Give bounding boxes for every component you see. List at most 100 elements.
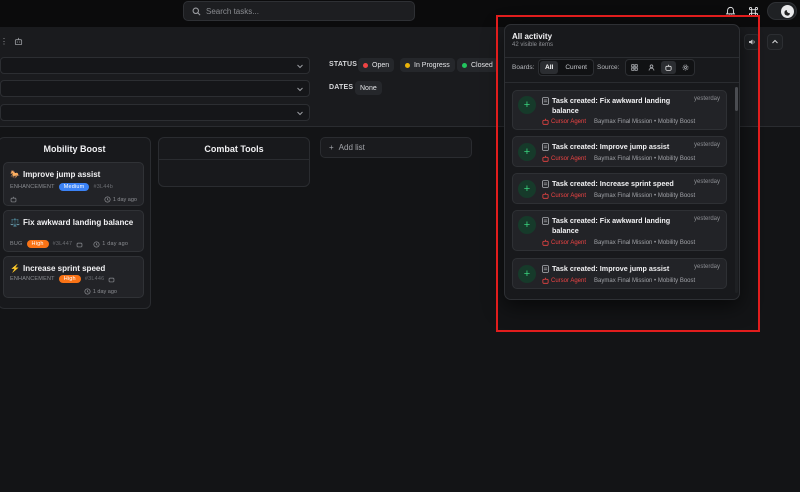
document-icon [542,180,549,188]
task-card[interactable]: 🐎 Improve jump assist ENHANCEMENT Medium… [3,162,144,206]
task-time: 1 day ago [93,240,129,248]
bot-icon [109,277,115,282]
task-emoji: ⚖️ [10,218,20,227]
chevron-up-icon [772,39,778,44]
activity-item[interactable]: + Task created: Fix awkward landing bala… [512,90,727,130]
task-time: 1 day ago [84,288,117,295]
notifications-button[interactable] [720,2,740,20]
search-placeholder: Search tasks... [206,6,259,16]
search-input[interactable]: Search tasks... [183,1,415,21]
task-meta: ENHANCEMENT Medium #3L44b [10,183,113,191]
chevron-down-icon [297,111,303,116]
task-type: ENHANCEMENT [10,184,55,190]
task-id: #3L447 [52,241,73,247]
bot-icon[interactable] [14,37,23,46]
document-icon [542,265,549,273]
dates-chip[interactable]: None [355,81,382,95]
chip-label: None [360,84,377,92]
scroll-thumb[interactable] [735,87,738,111]
agent-tag: Cursor Agent [542,155,586,162]
clock-icon [84,288,91,295]
task-title-text: Fix awkward landing balance [22,218,134,227]
task-emoji: ⚡ [10,264,20,273]
boards-label: Boards: [512,64,535,71]
panel-title: All activity [512,32,553,41]
theme-toggle[interactable] [767,2,797,20]
activity-location: Baymax Final Mission • Mobility Boost [594,239,696,246]
boards-option-current[interactable]: Current [560,61,592,74]
task-emoji: 🐎 [10,170,20,179]
status-dot [405,62,410,68]
command-icon [748,6,758,16]
activity-scrollbar[interactable] [735,87,738,293]
source-toggle [625,59,695,76]
plus-icon: + [518,180,536,198]
more-icon[interactable]: ⋮ [0,37,8,46]
task-card[interactable]: ⚖️ Fix awkward landing balance BUG High … [3,210,144,252]
activity-time: yesterday [693,216,720,222]
user-icon [648,64,655,71]
filter-select-1[interactable] [0,57,310,74]
column-divider [159,159,309,160]
status-chip-in-progress[interactable]: In Progress [400,58,455,72]
task-footer: 1 day ago [10,288,137,295]
activity-title-text: Task created: Improve jump assist [552,264,670,273]
status-chip-closed[interactable]: Closed [457,58,498,72]
activity-item[interactable]: + Task created: Fix awkward landing bala… [512,210,727,251]
theme-toggle-knob [781,5,794,18]
activity-item[interactable]: + Task created: Increase sprint speed ye… [512,173,727,204]
status-chip-open[interactable]: Open [358,58,395,72]
command-button[interactable] [743,2,763,20]
plus-icon: + [518,96,536,114]
activity-title: Task created: Improve jump assist [542,264,682,274]
activity-title: Task created: Improve jump assist [542,142,682,152]
filter-select-3[interactable] [0,104,310,121]
activity-location: Baymax Final Mission • Mobility Boost [594,118,696,125]
agent-name: Cursor Agent [551,192,587,199]
source-agent-button[interactable] [661,61,676,74]
activity-title: Task created: Increase sprint speed [542,179,682,189]
sound-button[interactable] [744,34,760,50]
status-dot [363,62,368,68]
source-system-button[interactable] [678,61,693,74]
activity-meta: Cursor Agent Baymax Final Mission • Mobi… [542,192,695,199]
bot-icon [542,277,549,284]
priority-badge: High [26,240,49,248]
task-card[interactable]: ⚡ Increase sprint speed ENHANCEMENT High… [3,256,144,298]
activity-time: yesterday [693,142,720,148]
task-type: ENHANCEMENT [10,276,55,282]
agent-tag: Cursor Agent [542,277,586,284]
list-column: Mobility Boost 🐎 Improve jump assist ENH… [0,137,151,309]
boards-option-all[interactable]: All [540,61,559,74]
activity-location: Baymax Final Mission • Mobility Boost [594,192,696,199]
task-meta: BUG High #3L447 1 day ago [10,240,128,248]
grid-icon [631,64,638,71]
activity-time: yesterday [693,96,720,102]
task-time-text: 1 day ago [112,196,137,203]
source-all-button[interactable] [627,61,642,74]
bot-icon [76,242,83,247]
source-user-button[interactable] [644,61,659,74]
status-dot [462,62,467,68]
bot-icon [665,64,672,71]
add-list-button[interactable]: + Add list [320,137,472,158]
activity-item[interactable]: + Task created: Improve jump assist yest… [512,258,727,289]
bot-icon [542,192,549,199]
plus-icon: + [518,143,536,161]
task-title: ⚡ Increase sprint speed [10,263,138,274]
document-icon [542,217,549,225]
collapse-button[interactable] [767,34,783,50]
agent-name: Cursor Agent [551,118,587,125]
activity-item[interactable]: + Task created: Improve jump assist yest… [512,136,727,167]
task-time-text: 1 day ago [102,241,129,247]
activity-location: Baymax Final Mission • Mobility Boost [594,277,696,284]
add-list-label: Add list [338,143,365,152]
task-id: #3L446 [84,276,105,282]
bot-icon [542,239,549,246]
activity-title-text: Task created: Increase sprint speed [552,179,674,188]
document-icon [542,143,549,151]
chevron-down-icon [297,87,303,92]
activity-meta: Cursor Agent Baymax Final Mission • Mobi… [542,118,695,125]
agent-tag: Cursor Agent [542,239,586,246]
filter-select-2[interactable] [0,80,310,97]
